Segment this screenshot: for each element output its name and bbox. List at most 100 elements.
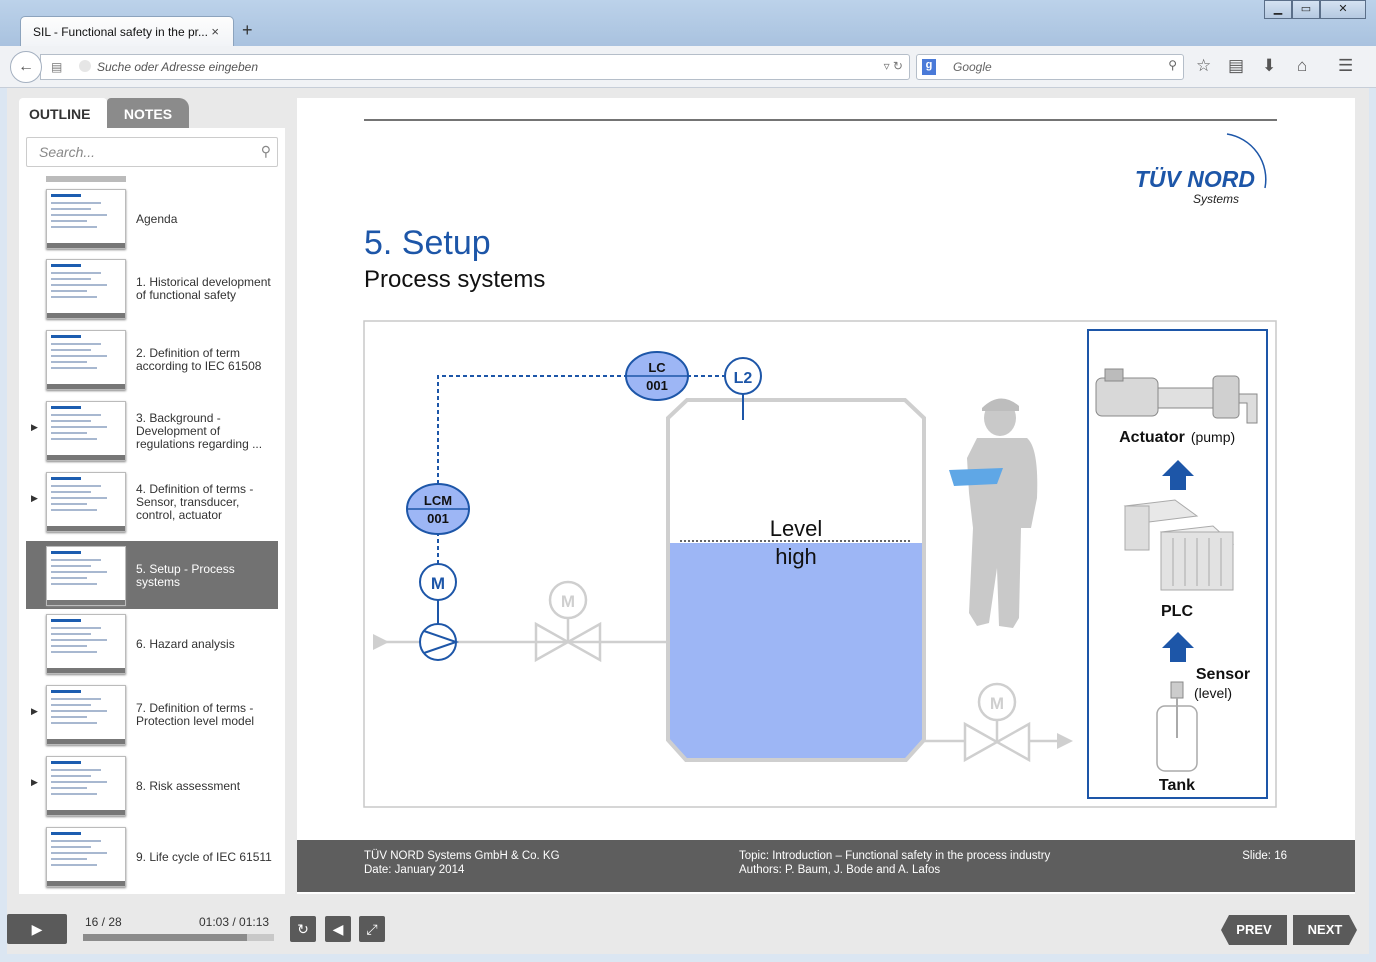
pump-motor-label: M (431, 574, 445, 593)
download-icon[interactable]: ⬇ (1262, 56, 1276, 76)
outline-item-label: 2. Definition of term according to IEC 6… (136, 346, 262, 373)
outline-item[interactable]: Agenda (26, 184, 278, 252)
volume-button[interactable]: ◀ (325, 916, 351, 942)
window-controls: ▁ ▭ ✕ (1264, 0, 1366, 19)
search-placeholder: Search... (39, 144, 96, 160)
sensor-sublabel: (level) (1194, 685, 1232, 701)
url-input[interactable]: Suche oder Adresse eingeben (97, 60, 258, 74)
star-icon[interactable]: ☆ (1196, 56, 1211, 76)
outline-sidebar: OUTLINE NOTES Search... ⚲ Agenda 1. Histo… (19, 98, 285, 894)
search-icon[interactable]: ⚲ (261, 143, 271, 160)
slide-thumbnail (46, 614, 126, 674)
vessel-liquid (668, 543, 924, 760)
level-label-line2: high (775, 544, 817, 569)
footer-company: TÜV NORD Systems GmbH & Co. KG (364, 850, 560, 862)
new-tab-button[interactable]: + (242, 20, 253, 41)
google-icon: g (922, 59, 936, 75)
logo-text: TÜV NORD (1135, 166, 1255, 192)
menu-icon[interactable]: ☰ (1338, 56, 1353, 76)
player-area: OUTLINE NOTES Search... ⚲ Agenda 1. Histo… (7, 88, 1369, 954)
slide-thumbnail (46, 330, 126, 390)
sidebar-toggle-icon[interactable]: ▤ (51, 60, 62, 74)
slide-subtitle: Process systems (364, 266, 545, 293)
playback-time: 01:03 / 01:13 (199, 915, 270, 929)
back-button[interactable]: ← (10, 51, 42, 83)
outline-item[interactable]: ▶ 7. Definition of terms - Protection lev… (26, 680, 278, 748)
next-button[interactable]: NEXT (1293, 915, 1357, 945)
outline-item[interactable]: 2. Definition of term according to IEC 6… (26, 325, 278, 393)
lc-label-top: LC (648, 360, 666, 375)
outline-item-label: 1. Historical development of functional … (136, 275, 271, 302)
expand-arrow-icon[interactable]: ▶ (31, 777, 38, 788)
tab-notes[interactable]: NOTES (107, 98, 189, 128)
outline-item-label: 4. Definition of terms - Sensor, transdu… (136, 481, 254, 522)
fullscreen-button[interactable]: ⤢ (359, 916, 385, 942)
slide-thumbnail (46, 189, 126, 249)
footer-topic: Topic: Introduction – Functional safety … (739, 850, 1051, 862)
search-bar[interactable]: g Google ⚲ (916, 54, 1184, 80)
replay-button[interactable]: ↻ (290, 916, 316, 942)
actuator-sublabel: (pump) (1191, 429, 1235, 445)
globe-icon (79, 60, 91, 72)
outline-item-label: 6. Hazard analysis (136, 636, 235, 651)
expand-arrow-icon[interactable]: ▶ (31, 706, 38, 717)
slide-thumbnail (46, 401, 126, 461)
slide-thumbnail (46, 259, 126, 319)
footer-authors: Authors: P. Baum, J. Bode and A. Lafos (739, 864, 941, 876)
outline-item-label: 5. Setup - Process systems (136, 562, 235, 589)
prev-button[interactable]: PREV (1221, 915, 1287, 945)
back-arrow-icon: ← (18, 58, 34, 75)
reload-icon[interactable]: ▿ ↻ (884, 59, 903, 73)
search-icon[interactable]: ⚲ (1168, 58, 1177, 72)
sensor-label: Sensor (1196, 666, 1250, 683)
outline-item[interactable]: 1. Historical development of functional … (26, 254, 278, 322)
slide-thumbnail (46, 546, 126, 606)
slide-canvas: TÜV NORD Systems 5. Setup Process system… (363, 119, 1277, 808)
progress-fill (83, 934, 248, 941)
search-input[interactable]: Google (953, 60, 992, 74)
outline-item[interactable]: ▶ 3. Background - Development of regulati… (26, 396, 278, 464)
browser-tab[interactable]: SIL - Functional safety in the pr... × (20, 16, 234, 46)
lc-label-bottom: 001 (646, 378, 668, 393)
actuator-label: Actuator (1119, 429, 1185, 446)
lcm-label-bottom: 001 (427, 511, 449, 526)
maximize-button[interactable]: ▭ (1292, 0, 1320, 19)
slide-title: 5. Setup (364, 224, 491, 262)
tab-outline[interactable]: OUTLINE (19, 98, 107, 128)
play-button[interactable]: ▶ (7, 914, 67, 944)
minimize-button[interactable]: ▁ (1264, 0, 1292, 19)
outline-item[interactable]: ▶ 8. Risk assessment (26, 751, 278, 819)
player-controls: ▶ 16 / 28 01:03 / 01:13 ↻ ◀ ⤢ PREV NEXT (7, 902, 1369, 954)
lcm-label-top: LCM (424, 493, 452, 508)
reading-list-icon[interactable]: ▤ (1228, 56, 1244, 76)
expand-arrow-icon[interactable]: ▶ (31, 493, 38, 504)
progress-bar[interactable] (83, 934, 274, 941)
tab-close-icon[interactable]: × (211, 24, 219, 39)
play-icon: ▶ (31, 921, 43, 937)
level-label-line1: Level (770, 516, 823, 541)
outline-item-label: 9. Life cycle of IEC 61511 (136, 849, 272, 864)
logo-subtext: Systems (1193, 192, 1239, 206)
outline-item-label: 3. Background - Development of regulatio… (136, 410, 263, 451)
outline-item-label: 7. Definition of terms - Protection leve… (136, 701, 255, 728)
tab-title: SIL - Functional safety in the pr... (33, 25, 208, 39)
outline-item[interactable]: ▶ 4. Definition of terms - Sensor, transd… (26, 467, 278, 535)
slide-thumbnail (46, 756, 126, 816)
valve-motor-label: M (561, 592, 575, 611)
slide-thumbnail (46, 685, 126, 745)
home-icon[interactable]: ⌂ (1297, 56, 1307, 76)
url-bar[interactable]: ▤ Suche oder Adresse eingeben ▿ ↻ (40, 54, 910, 80)
partial-thumbnail (46, 176, 126, 182)
plc-label: PLC (1161, 603, 1193, 620)
speaker-icon: ◀ (332, 921, 344, 937)
outline-item-label: 8. Risk assessment (136, 778, 241, 793)
outline-item[interactable]: 9. Life cycle of IEC 61511 (26, 822, 278, 890)
expand-arrow-icon[interactable]: ▶ (31, 422, 38, 433)
replay-icon: ↻ (297, 921, 309, 937)
pump-symbol (419, 623, 457, 661)
close-window-button[interactable]: ✕ (1320, 0, 1366, 19)
slide-thumbnail (46, 472, 126, 532)
outline-search-input[interactable]: Search... ⚲ (26, 137, 278, 167)
outline-item[interactable]: 5. Setup - Process systems (26, 541, 278, 609)
outline-item[interactable]: 6. Hazard analysis (26, 609, 278, 677)
